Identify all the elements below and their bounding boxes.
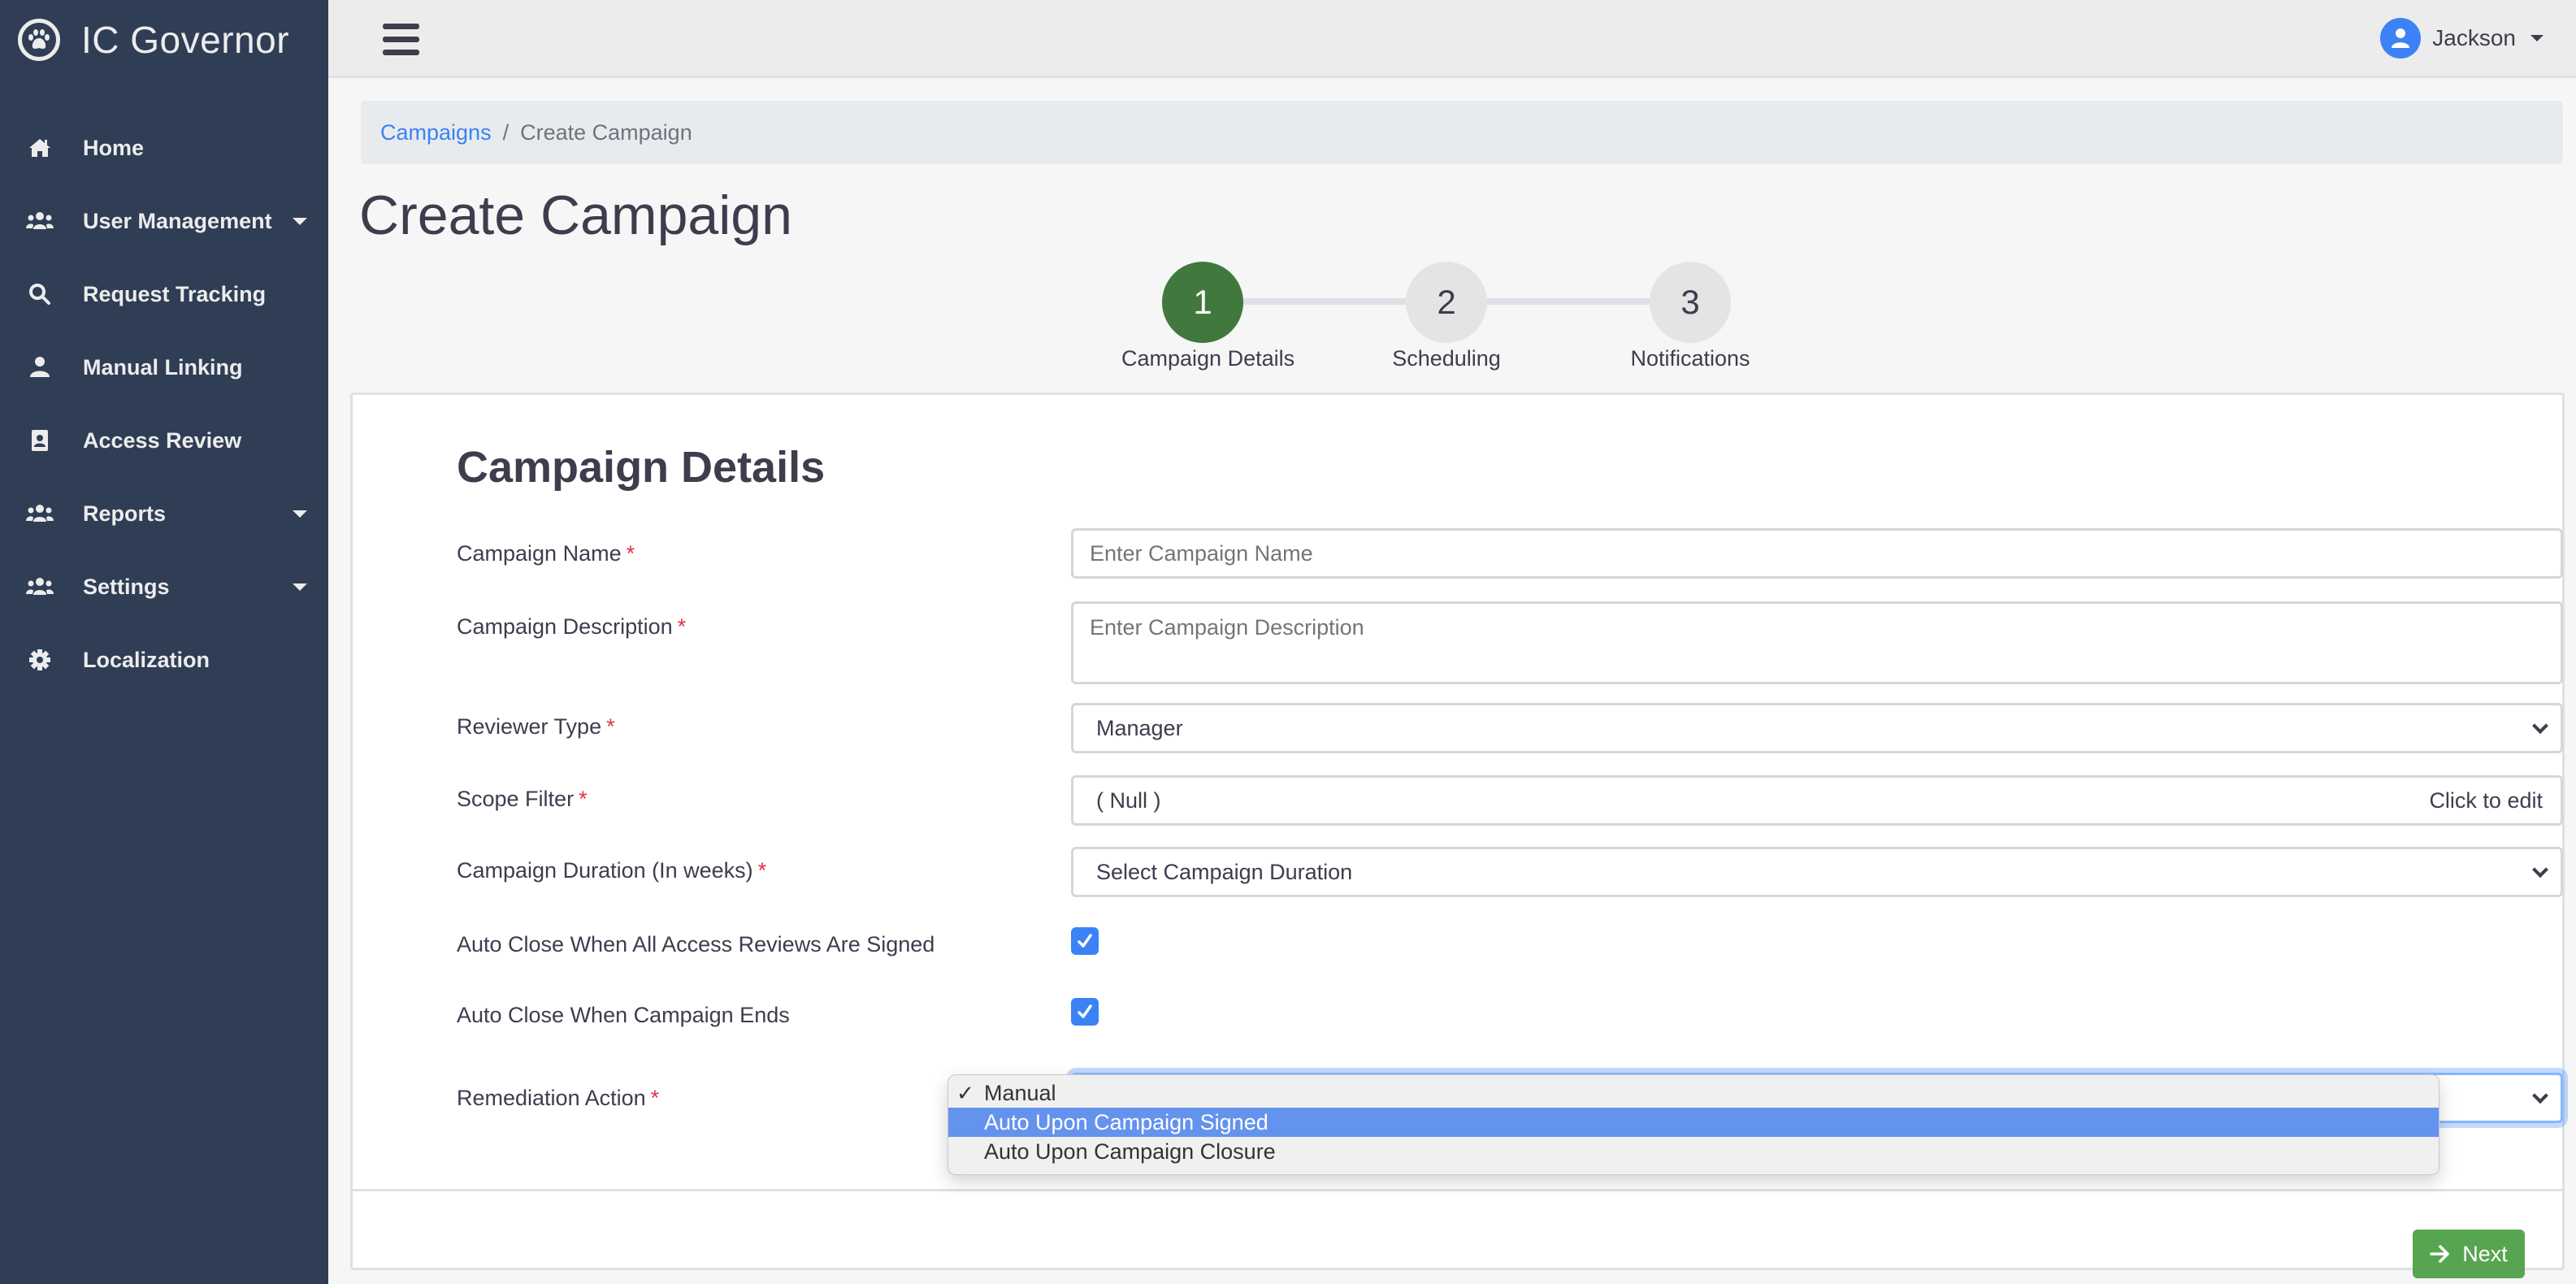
gear-icon (26, 646, 54, 674)
chevron-down-icon (2532, 718, 2548, 735)
sidebar-item-label: Localization (83, 647, 210, 672)
caret-down-icon (293, 583, 307, 591)
user-icon (26, 354, 54, 381)
sidebar-item-localization[interactable]: Localization (0, 623, 328, 696)
campaign-duration-select[interactable]: Select Campaign Duration (1071, 847, 2563, 897)
users-icon (26, 500, 54, 527)
dropdown-option-auto-upon-campaign-signed[interactable]: Auto Upon Campaign Signed (948, 1108, 2439, 1137)
step-label: Campaign Details (1121, 346, 1295, 371)
checkmark-icon (1078, 1004, 1092, 1018)
chevron-down-icon (2532, 1087, 2548, 1104)
breadcrumb-current: Create Campaign (520, 119, 692, 145)
scope-filter-field[interactable]: ( Null ) Click to edit (1071, 775, 2563, 826)
breadcrumb-separator: / (502, 119, 510, 145)
topbar: Jackson (328, 0, 2576, 78)
auto-close-signed-checkbox[interactable] (1071, 927, 1099, 955)
remediation-action-label: Remediation Action * (457, 1086, 660, 1110)
dropdown-option-manual[interactable]: ✓ Manual (948, 1078, 2439, 1108)
caret-down-icon (2530, 35, 2543, 41)
card-footer (353, 1189, 2562, 1268)
reviewer-type-label: Reviewer Type * (457, 714, 615, 739)
user-circle-icon (2380, 18, 2422, 59)
sidebar-item-label: User Management (83, 208, 272, 233)
step-number: 1 (1162, 262, 1243, 343)
search-icon (26, 280, 54, 308)
sidebar-item-label: Request Tracking (83, 281, 267, 306)
sidebar-item-manual-linking[interactable]: Manual Linking (0, 331, 328, 404)
user-menu[interactable]: Jackson (2380, 16, 2543, 60)
campaign-name-input[interactable] (1071, 528, 2563, 579)
sidebar-item-label: Manual Linking (83, 354, 243, 380)
step-campaign-details[interactable]: 1 Campaign Details (1121, 262, 1295, 371)
stepper: 1 Campaign Details 2 Scheduling 3 Notifi… (1121, 262, 1788, 375)
sidebar-item-reports[interactable]: Reports (0, 477, 328, 550)
paw-icon (18, 19, 60, 61)
brand[interactable]: IC Governor (18, 16, 289, 63)
breadcrumb: Campaigns / Create Campaign (361, 101, 2563, 164)
sidebar-item-label: Access Review (83, 427, 242, 453)
step-label: Notifications (1630, 346, 1750, 371)
sidebar-item-home[interactable]: Home (0, 111, 328, 184)
sidebar-item-user-management[interactable]: User Management (0, 184, 328, 258)
scope-filter-value: ( Null ) (1096, 787, 1161, 813)
auto-close-signed-label: Auto Close When All Access Reviews Are S… (457, 932, 935, 956)
step-label: Scheduling (1392, 346, 1501, 371)
page-title: Create Campaign (359, 184, 792, 246)
sidebar: IC Governor Home User Management Request… (0, 0, 328, 1284)
sidebar-item-label: Home (83, 135, 145, 160)
chevron-down-icon (2532, 861, 2548, 878)
sidebar-item-label: Settings (83, 574, 170, 599)
arrow-right-icon (2430, 1245, 2449, 1263)
step-scheduling[interactable]: 2 Scheduling (1365, 262, 1528, 371)
sidebar-item-settings[interactable]: Settings (0, 550, 328, 623)
campaign-duration-label: Campaign Duration (In weeks) * (457, 858, 767, 883)
click-to-edit-link[interactable]: Click to edit (2429, 788, 2543, 813)
app-title: IC Governor (81, 19, 290, 61)
remediation-action-dropdown: ✓ Manual Auto Upon Campaign Signed Auto … (948, 1074, 2439, 1175)
caret-down-icon (293, 218, 307, 225)
scope-filter-label: Scope Filter * (457, 787, 588, 811)
sidebar-item-label: Reports (83, 501, 167, 526)
next-button-label: Next (2462, 1241, 2508, 1266)
caret-down-icon (293, 510, 307, 518)
sidebar-item-access-review[interactable]: Access Review (0, 404, 328, 477)
users-icon (26, 207, 54, 235)
campaign-duration-value: Select Campaign Duration (1096, 859, 1353, 884)
step-number: 3 (1650, 262, 1731, 343)
user-name: Jackson (2432, 25, 2516, 50)
dropdown-option-auto-upon-campaign-closure[interactable]: Auto Upon Campaign Closure (948, 1137, 2439, 1166)
reviewer-type-value: Manager (1096, 715, 1183, 740)
users-icon (26, 573, 54, 601)
step-number: 2 (1406, 262, 1487, 343)
section-title: Campaign Details (457, 443, 826, 492)
campaign-description-textarea[interactable] (1071, 601, 2563, 684)
breadcrumb-campaigns-link[interactable]: Campaigns (380, 120, 492, 145)
reviewer-type-select[interactable]: Manager (1071, 703, 2563, 753)
home-icon (26, 134, 54, 162)
sidebar-nav: Home User Management Request Tracking Ma… (0, 111, 328, 696)
step-notifications[interactable]: 3 Notifications (1609, 262, 1772, 371)
checkmark-icon (1078, 934, 1092, 948)
sidebar-item-request-tracking[interactable]: Request Tracking (0, 258, 328, 331)
auto-close-ends-label: Auto Close When Campaign Ends (457, 1003, 790, 1027)
auto-close-ends-checkbox[interactable] (1071, 998, 1099, 1026)
checkmark-icon: ✓ (956, 1080, 974, 1105)
hamburger-icon[interactable] (380, 21, 421, 57)
campaign-name-label: Campaign Name * (457, 541, 635, 566)
next-button[interactable]: Next (2413, 1230, 2525, 1278)
id-badge-icon (26, 427, 54, 454)
campaign-description-label: Campaign Description * (457, 614, 687, 639)
